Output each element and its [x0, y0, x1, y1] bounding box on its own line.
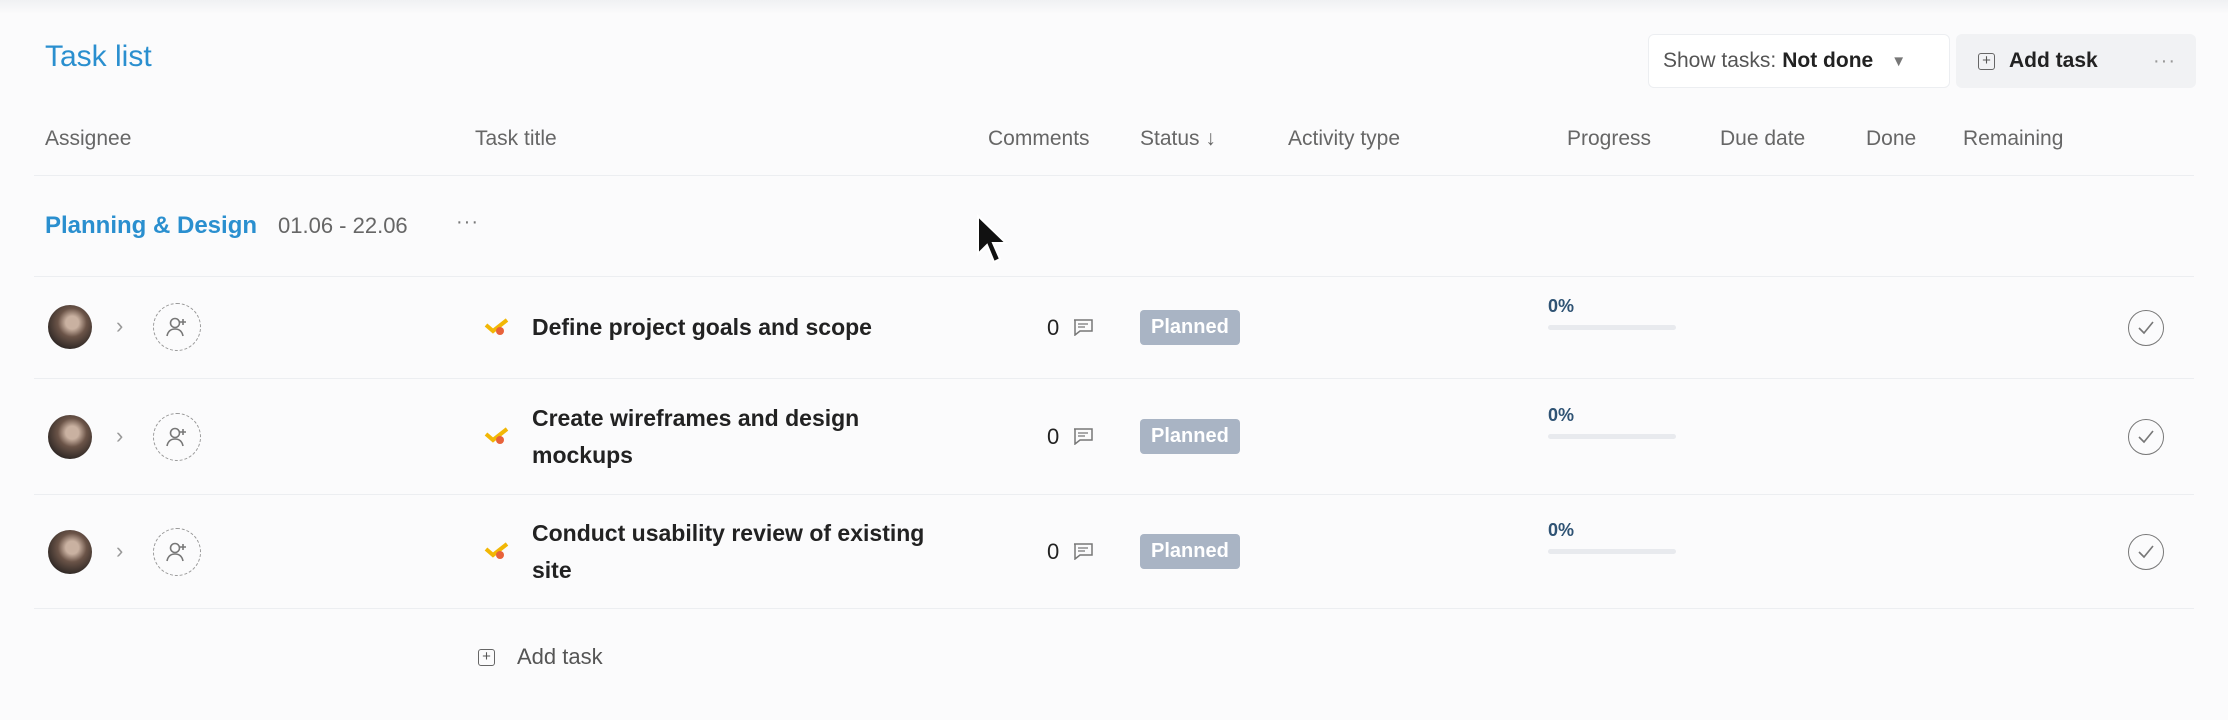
add-user-icon[interactable] [153, 413, 201, 461]
column-header-assignee[interactable]: Assignee [45, 127, 131, 151]
progress-bar [1548, 325, 1676, 330]
column-header-progress[interactable]: Progress [1567, 127, 1651, 151]
column-header-comments[interactable]: Comments [988, 127, 1090, 151]
show-tasks-filter[interactable]: Show tasks: Not done ▼ [1648, 34, 1950, 88]
column-header-task-title[interactable]: Task title [475, 127, 557, 151]
group-title[interactable]: Planning & Design [45, 212, 257, 240]
task-title[interactable]: Define project goals and scope [532, 309, 962, 346]
plus-square-icon: + [478, 648, 495, 666]
comment-icon[interactable] [1072, 542, 1094, 561]
check-circle-icon[interactable] [2128, 534, 2164, 570]
add-task-label: Add task [2009, 49, 2098, 72]
chevron-right-icon[interactable]: › [116, 538, 123, 564]
plus-square-icon: + [1978, 52, 1995, 70]
add-user-icon[interactable] [153, 528, 201, 576]
chevron-right-icon[interactable]: › [116, 423, 123, 449]
row-divider [34, 494, 2194, 495]
more-options-icon[interactable]: ··· [2153, 50, 2176, 73]
progress-value: 0% [1548, 296, 1575, 316]
comment-count[interactable]: 0 [1047, 424, 1059, 450]
column-header-due-date[interactable]: Due date [1720, 127, 1805, 151]
comment-count[interactable]: 0 [1047, 315, 1059, 341]
chevron-right-icon[interactable]: › [116, 313, 123, 339]
comment-icon[interactable] [1072, 427, 1094, 446]
group-more-icon[interactable]: ··· [456, 211, 479, 234]
add-task-inline-label: Add task [517, 644, 603, 669]
task-title[interactable]: Conduct usability review of existing sit… [532, 515, 962, 589]
task-title[interactable]: Create wireframes and design mockups [532, 400, 962, 474]
top-shadow [0, 0, 2228, 14]
task-type-icon [484, 425, 510, 447]
column-header-remaining[interactable]: Remaining [1963, 127, 2063, 151]
header-divider [34, 175, 2194, 176]
status-badge[interactable]: Planned [1140, 534, 1240, 569]
progress-bar [1548, 434, 1676, 439]
check-circle-icon[interactable] [2128, 419, 2164, 455]
add-task-button[interactable]: + Add task ··· [1956, 34, 2196, 88]
status-badge[interactable]: Planned [1140, 310, 1240, 345]
task-type-icon [484, 540, 510, 562]
row-divider [34, 608, 2194, 609]
group-divider [34, 276, 2194, 277]
add-user-icon[interactable] [153, 303, 201, 351]
mouse-cursor-icon [976, 213, 1010, 271]
progress-bar [1548, 549, 1676, 554]
progress-value: 0% [1548, 405, 1575, 425]
column-header-activity-type[interactable]: Activity type [1288, 127, 1400, 151]
progress-value: 0% [1548, 520, 1575, 540]
avatar[interactable] [48, 305, 92, 349]
status-badge[interactable]: Planned [1140, 419, 1240, 454]
row-divider [34, 378, 2194, 379]
column-header-done[interactable]: Done [1866, 127, 1916, 151]
column-header-status[interactable]: Status ↓ [1140, 127, 1216, 151]
page-title: Task list [45, 40, 152, 73]
avatar[interactable] [48, 415, 92, 459]
group-dates: 01.06 - 22.06 [278, 213, 408, 238]
avatar[interactable] [48, 530, 92, 574]
check-circle-icon[interactable] [2128, 310, 2164, 346]
add-task-inline-button[interactable]: + Add task [478, 644, 603, 670]
caret-down-icon: ▼ [1891, 52, 1907, 70]
filter-value: Not done [1782, 49, 1874, 72]
task-type-icon [484, 316, 510, 338]
comment-icon[interactable] [1072, 318, 1094, 337]
comment-count[interactable]: 0 [1047, 539, 1059, 565]
filter-label: Show tasks: [1663, 49, 1777, 72]
